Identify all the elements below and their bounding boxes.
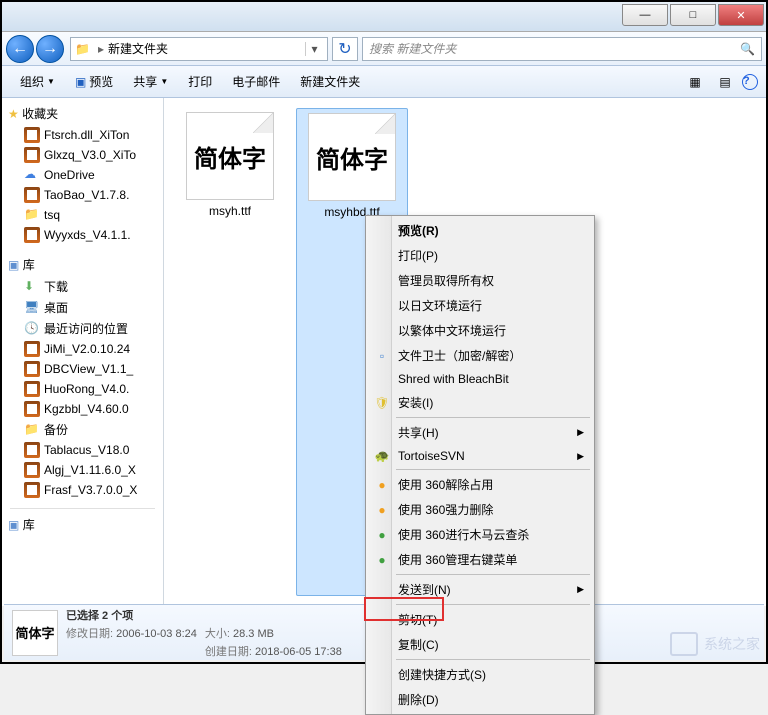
sidebar-item[interactable]: Kgzbbl_V4.60.0	[2, 399, 163, 419]
folder-icon: 📁	[75, 42, 90, 56]
context-item[interactable]: ●使用 360管理右键菜单	[368, 547, 592, 572]
share-button[interactable]: 共享▼	[123, 69, 178, 94]
sidebar-item[interactable]: ☁OneDrive	[2, 165, 163, 185]
print-button[interactable]: 打印	[178, 69, 222, 94]
close-button[interactable]: ✕	[718, 4, 764, 26]
context-item[interactable]: 创建快捷方式(S)	[368, 662, 592, 687]
sidebar-item[interactable]: TaoBao_V1.7.8.	[2, 185, 163, 205]
sidebar-item[interactable]: Wyyxds_V4.1.1.	[2, 225, 163, 245]
context-item[interactable]: 发送到(N)▶	[368, 577, 592, 602]
library-icon: ▣	[8, 518, 19, 532]
context-item[interactable]: 管理员取得所有权	[368, 268, 592, 293]
sidebar-item[interactable]: HuoRong_V4.0.	[2, 379, 163, 399]
star-icon: ★	[8, 107, 19, 121]
sidebar-item[interactable]: Tablacus_V18.0	[2, 440, 163, 460]
context-item[interactable]: ●使用 360强力删除	[368, 497, 592, 522]
favorites-header[interactable]: ★ 收藏夹	[2, 102, 163, 125]
preview-button[interactable]: ▣预览	[65, 69, 123, 94]
sidebar-item[interactable]: ⬇下载	[2, 276, 163, 297]
context-item[interactable]: 剪切(T)	[368, 607, 592, 632]
view-button[interactable]: ▦	[682, 71, 708, 93]
context-item[interactable]: 打印(P)	[368, 243, 592, 268]
file-thumbnail: 简体字	[308, 113, 396, 201]
selection-text: 已选择 2 个项	[66, 607, 197, 623]
sidebar-item[interactable]: Ftsrch.dll_XiTon	[2, 125, 163, 145]
context-item[interactable]: 🐢TortoiseSVN▶	[368, 445, 592, 467]
organize-button[interactable]: 组织▼	[10, 69, 65, 94]
libraries-header[interactable]: ▣ 库	[2, 253, 163, 276]
sidebar: ★ 收藏夹 Ftsrch.dll_XiTonGlxzq_V3.0_XiTo☁On…	[2, 98, 164, 606]
context-item[interactable]: 共享(H)▶	[368, 420, 592, 445]
help-button[interactable]: ?	[742, 74, 758, 90]
sidebar-item[interactable]: 📁tsq	[2, 205, 163, 225]
email-button[interactable]: 电子邮件	[222, 69, 290, 94]
context-item[interactable]: 🛡安装(I)	[368, 390, 592, 415]
chevron-icon: ▸	[98, 42, 104, 56]
library-icon: ▣	[8, 258, 19, 272]
search-input[interactable]: 搜索 新建文件夹 🔍	[362, 37, 762, 61]
back-button[interactable]: ←	[6, 35, 34, 63]
sidebar-item[interactable]: Glxzq_V3.0_XiTo	[2, 145, 163, 165]
sidebar-item[interactable]: Frasf_V3.7.0.0_X	[2, 480, 163, 500]
context-item[interactable]: Shred with BleachBit	[368, 368, 592, 390]
context-item[interactable]: ●使用 360解除占用	[368, 472, 592, 497]
newfolder-button[interactable]: 新建文件夹	[290, 69, 370, 94]
sidebar-item[interactable]: DBCView_V1.1_	[2, 359, 163, 379]
navbar: ← → 📁 ▸ 新建文件夹 ▾ ↻ 搜索 新建文件夹 🔍	[2, 32, 766, 66]
maximize-button[interactable]: □	[670, 4, 716, 26]
context-item[interactable]: 以日文环境运行	[368, 293, 592, 318]
context-item[interactable]: 预览(R)	[368, 218, 592, 243]
sidebar-item[interactable]: JiMi_V2.0.10.24	[2, 339, 163, 359]
context-item[interactable]: 复制(C)	[368, 632, 592, 657]
forward-button[interactable]: →	[36, 35, 64, 63]
sidebar-item[interactable]: 🕓最近访问的位置	[2, 318, 163, 339]
libraries2-header[interactable]: ▣ 库	[2, 513, 163, 536]
sidebar-item[interactable]: 📁备份	[2, 419, 163, 440]
sidebar-item[interactable]: 🖥桌面	[2, 297, 163, 318]
search-placeholder: 搜索 新建文件夹	[369, 40, 456, 57]
file-item[interactable]: 简体字 msyh.ttf	[174, 108, 286, 596]
status-thumbnail: 简体字	[12, 610, 58, 656]
context-item[interactable]: ●使用 360进行木马云查杀	[368, 522, 592, 547]
sidebar-item[interactable]: Algj_V1.11.6.0_X	[2, 460, 163, 480]
breadcrumb-text: 新建文件夹	[108, 40, 168, 57]
toolbar: 组织▼ ▣预览 共享▼ 打印 电子邮件 新建文件夹 ▦ ▤ ?	[2, 66, 766, 98]
minimize-button[interactable]: —	[622, 4, 668, 26]
context-item[interactable]: ▫文件卫士（加密/解密）	[368, 343, 592, 368]
context-menu: 预览(R) 打印(P) 管理员取得所有权 以日文环境运行 以繁体中文环境运行 ▫…	[365, 215, 595, 715]
context-item[interactable]: 以繁体中文环境运行	[368, 318, 592, 343]
file-thumbnail: 简体字	[186, 112, 274, 200]
breadcrumb[interactable]: 📁 ▸ 新建文件夹 ▾	[70, 37, 328, 61]
context-item[interactable]: 删除(D)	[368, 687, 592, 712]
search-icon: 🔍	[740, 42, 755, 56]
preview-pane-button[interactable]: ▤	[712, 71, 738, 93]
breadcrumb-dropdown[interactable]: ▾	[305, 42, 323, 56]
refresh-button[interactable]: ↻	[332, 37, 358, 61]
file-name: msyh.ttf	[209, 204, 251, 218]
titlebar: — □ ✕	[2, 2, 766, 32]
